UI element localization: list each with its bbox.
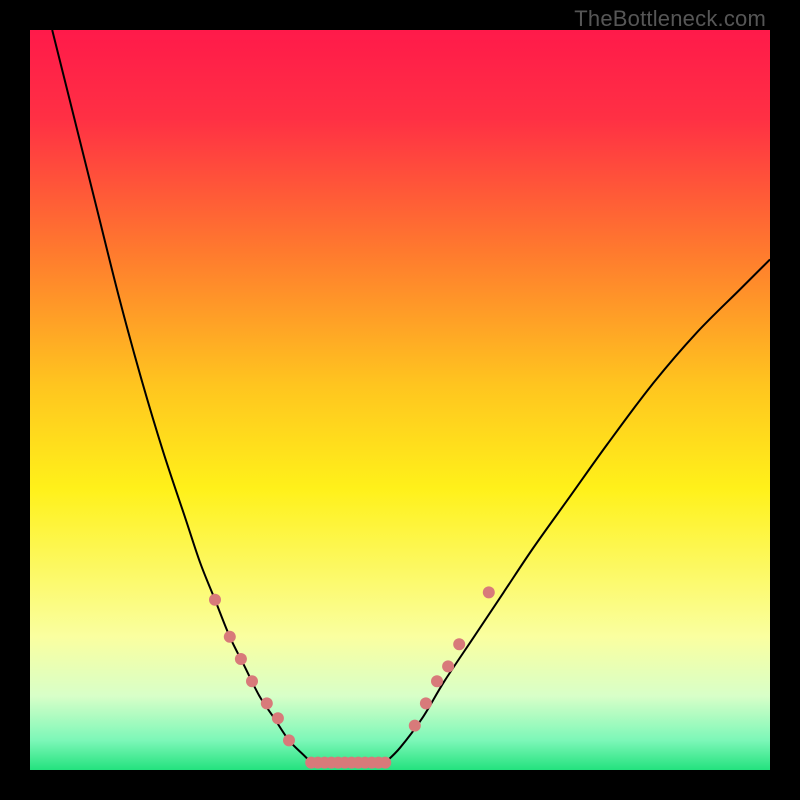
chart-frame bbox=[30, 30, 770, 770]
scatter-dot bbox=[209, 594, 221, 606]
gradient-background bbox=[30, 30, 770, 770]
scatter-dot bbox=[261, 697, 273, 709]
scatter-dot bbox=[235, 653, 247, 665]
bottleneck-chart bbox=[30, 30, 770, 770]
scatter-dot bbox=[453, 638, 465, 650]
scatter-dot bbox=[442, 660, 454, 672]
scatter-dot bbox=[409, 720, 421, 732]
flat-bottom-layer bbox=[305, 757, 391, 769]
scatter-dot bbox=[420, 697, 432, 709]
scatter-dot bbox=[224, 631, 236, 643]
scatter-dot bbox=[246, 675, 258, 687]
scatter-dot bbox=[283, 734, 295, 746]
scatter-dot bbox=[272, 712, 284, 724]
watermark-text: TheBottleneck.com bbox=[574, 6, 766, 32]
scatter-dot bbox=[483, 586, 495, 598]
scatter-dot bbox=[431, 675, 443, 687]
flat-dot bbox=[379, 757, 391, 769]
